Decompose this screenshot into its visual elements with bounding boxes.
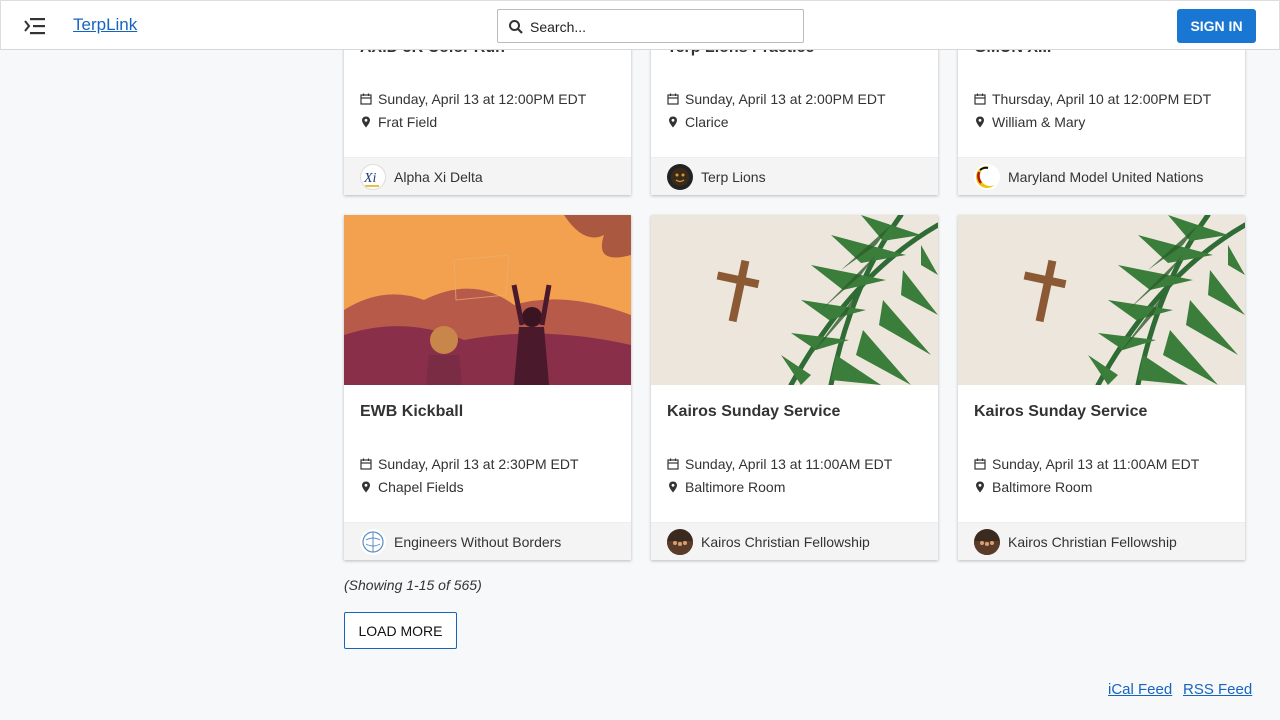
search-icon (509, 20, 523, 34)
event-location: Baltimore Room (667, 479, 785, 495)
event-location: William & Mary (974, 114, 1085, 130)
org-logo: Xi (360, 164, 386, 190)
org-name: Kairos Christian Fellowship (1008, 534, 1177, 550)
org-name: Engineers Without Borders (394, 534, 562, 550)
org-name: Alpha Xi Delta (394, 169, 483, 185)
event-date: Thursday, April 10 at 12:00PM EDT (974, 91, 1211, 107)
top-bar: TerpLink SIGN IN (0, 0, 1280, 50)
event-date-text: Sunday, April 13 at 11:00AM EDT (992, 456, 1200, 472)
calendar-icon (667, 93, 679, 105)
event-date: Sunday, April 13 at 2:00PM EDT (667, 91, 886, 107)
event-location: Chapel Fields (360, 479, 464, 495)
event-date-text: Thursday, April 10 at 12:00PM EDT (992, 91, 1212, 107)
org-logo (974, 529, 1000, 555)
event-title: Kairos Sunday Service (974, 403, 1148, 420)
event-date-text: Sunday, April 13 at 2:30PM EDT (378, 456, 579, 472)
load-more-button[interactable]: LOAD MORE (344, 612, 457, 649)
event-location-text: William & Mary (992, 114, 1086, 130)
event-date: Sunday, April 13 at 2:30PM EDT (360, 456, 579, 472)
org-footer[interactable]: Maryland Model United Nations (958, 157, 1245, 195)
search-input[interactable] (530, 16, 790, 38)
org-footer[interactable]: Kairos Christian Fellowship (958, 522, 1245, 560)
event-date: Sunday, April 13 at 11:00AM EDT (974, 456, 1199, 472)
location-pin-icon (362, 481, 370, 493)
event-date-text: Sunday, April 13 at 12:00PM EDT (378, 91, 587, 107)
event-location-text: Baltimore Room (685, 479, 786, 495)
menu-toggle-button[interactable] (23, 14, 49, 38)
event-image (958, 215, 1245, 385)
calendar-icon (974, 93, 986, 105)
calendar-icon (667, 458, 679, 470)
event-date-text: Sunday, April 13 at 2:00PM EDT (685, 91, 886, 107)
org-logo (667, 164, 693, 190)
event-location-text: Clarice (685, 114, 729, 130)
event-title: Kairos Sunday Service (667, 403, 841, 420)
brand-link[interactable]: TerpLink (73, 15, 137, 35)
location-pin-icon (362, 116, 370, 128)
svg-text:Xi: Xi (363, 171, 377, 186)
location-pin-icon (976, 116, 984, 128)
menu-icon (24, 18, 45, 35)
calendar-icon (974, 458, 986, 470)
event-card[interactable]: Kairos Sunday Service Sunday, April 13 a… (651, 215, 938, 560)
org-footer[interactable]: Kairos Christian Fellowship (651, 522, 938, 560)
org-logo (667, 529, 693, 555)
calendar-icon (360, 93, 372, 105)
org-footer[interactable]: Xi Alpha Xi Delta (344, 157, 631, 195)
event-image (651, 215, 938, 385)
event-location: Clarice (667, 114, 729, 130)
event-date: Sunday, April 13 at 11:00AM EDT (667, 456, 892, 472)
event-date: Sunday, April 13 at 12:00PM EDT (360, 91, 586, 107)
event-location-text: Chapel Fields (378, 479, 464, 495)
event-location: Baltimore Room (974, 479, 1092, 495)
org-footer[interactable]: Terp Lions (651, 157, 938, 195)
org-name: Maryland Model United Nations (1008, 169, 1204, 185)
event-card[interactable]: Kairos Sunday Service Sunday, April 13 a… (958, 215, 1245, 560)
location-pin-icon (976, 481, 984, 493)
event-image (344, 215, 631, 385)
event-location-text: Frat Field (378, 114, 438, 130)
org-name: Kairos Christian Fellowship (701, 534, 870, 550)
org-name: Terp Lions (701, 169, 766, 185)
search-box[interactable] (497, 9, 804, 43)
location-pin-icon (669, 481, 677, 493)
event-title: EWB Kickball (360, 403, 464, 420)
sign-in-button[interactable]: SIGN IN (1177, 9, 1256, 43)
ical-feed-link[interactable]: iCal Feed (1108, 681, 1172, 698)
org-logo (360, 529, 386, 555)
event-location: Frat Field (360, 114, 437, 130)
org-footer[interactable]: Engineers Without Borders (344, 522, 631, 560)
event-card[interactable]: EWB Kickball Sunday, April 13 at 2:30PM … (344, 215, 631, 560)
event-location-text: Baltimore Room (992, 479, 1093, 495)
rss-feed-link[interactable]: RSS Feed (1183, 681, 1252, 698)
event-date-text: Sunday, April 13 at 11:00AM EDT (685, 456, 893, 472)
results-count: (Showing 1-15 of 565) (344, 577, 482, 593)
org-logo (974, 164, 1000, 190)
location-pin-icon (669, 116, 677, 128)
calendar-icon (360, 458, 372, 470)
